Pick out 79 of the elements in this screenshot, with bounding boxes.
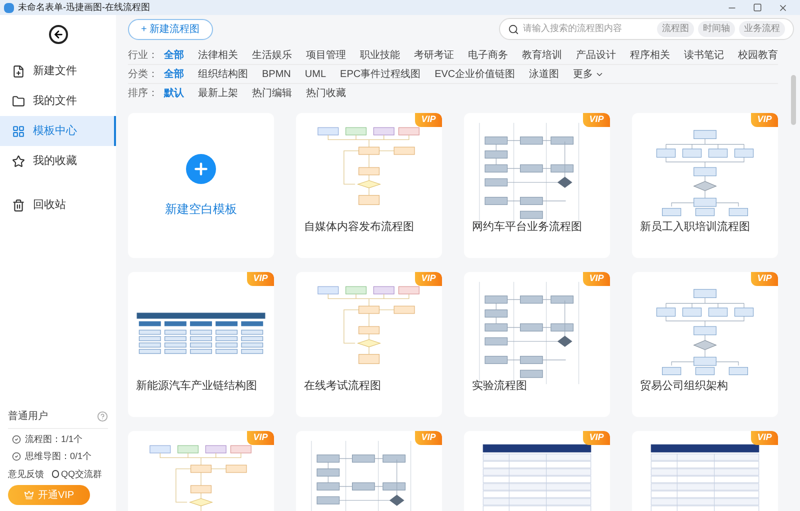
filter-option[interactable]: 项目管理 [306, 48, 346, 62]
check-icon [12, 434, 21, 444]
filter-option[interactable]: 教育培训 [522, 48, 562, 62]
filter-option[interactable]: 全部 [164, 66, 184, 82]
plus-icon [186, 154, 216, 184]
maximize-icon[interactable] [753, 3, 762, 12]
filter-option[interactable]: 热门收藏 [306, 86, 346, 101]
template-card[interactable]: VIP 贸易公司组织架构 [632, 272, 778, 417]
trash-icon [12, 198, 25, 212]
card-title: 新员工入职培训流程图 [639, 220, 751, 235]
filter-option[interactable]: 组织结构图 [198, 66, 248, 82]
filter-option[interactable]: EPC事件过程线图 [340, 66, 421, 82]
check-icon [12, 452, 21, 462]
vip-badge: VIP [415, 113, 442, 127]
vip-badge: VIP [415, 272, 442, 286]
filter-option[interactable]: 电子商务 [468, 48, 508, 62]
back-icon[interactable] [48, 25, 68, 44]
quota-text: 思维导图：0/1个 [25, 450, 92, 463]
search-input[interactable]: 请输入搜索的流程图内容 [523, 22, 653, 36]
filter-option[interactable]: 默认 [164, 86, 184, 101]
vip-badge: VIP [751, 113, 778, 127]
card-title: 实验流程图 [471, 378, 528, 394]
filter-option[interactable]: 热门编辑 [252, 86, 292, 101]
sidebar-item[interactable]: 模板中心 [0, 116, 116, 146]
search-icon [508, 24, 519, 34]
vip-badge: VIP [583, 113, 610, 127]
template-card[interactable]: VIP 新员工入职培训流程图 [632, 113, 778, 258]
grid-icon [12, 124, 25, 138]
card-title: 新能源汽车产业链结构图 [135, 378, 258, 394]
filter-option[interactable]: 读书笔记 [684, 48, 724, 62]
user-level-label: 普通用户 [8, 410, 48, 424]
vip-badge: VIP [247, 431, 274, 445]
template-card[interactable]: VIP 新能源汽车产业链结构图 [128, 272, 274, 417]
sidebar-item[interactable]: 新建文件 [0, 56, 116, 86]
filter-option[interactable]: EVC企业价值链图 [434, 66, 516, 82]
feedback-link[interactable]: 意见反馈 [8, 468, 44, 481]
filter-option[interactable]: 最新上架 [198, 86, 238, 101]
crown-icon [24, 490, 34, 500]
vip-badge: VIP [415, 431, 442, 445]
template-card[interactable]: VIP 实验流程图 [464, 272, 610, 417]
vip-badge: VIP [583, 272, 610, 286]
vip-badge: VIP [247, 272, 274, 286]
more-dropdown[interactable]: 更多 [573, 66, 604, 82]
sidebar-item[interactable]: 回收站 [0, 190, 116, 220]
filter-option[interactable]: 生活娱乐 [252, 48, 292, 62]
card-title: 自媒体内容发布流程图 [303, 220, 415, 235]
folder-icon [12, 94, 25, 108]
filter-option[interactable]: 全部 [164, 48, 184, 62]
filter-option[interactable]: 程序相关 [630, 48, 670, 62]
card-title: 网约车平台业务流程图 [471, 220, 583, 235]
filter-option[interactable]: BPMN [262, 66, 291, 82]
sidebar-item[interactable]: 我的文件 [0, 86, 116, 116]
filter-option[interactable]: 考研考证 [414, 48, 454, 62]
sidebar-item[interactable]: 我的收藏 [0, 146, 116, 176]
filter-option[interactable]: 职业技能 [360, 48, 400, 62]
filter-option[interactable]: UML [304, 66, 326, 82]
template-card[interactable]: VIP 自媒体内容发布流程图 [296, 113, 442, 258]
app-logo-icon [4, 2, 14, 12]
quota-text: 流程图：1/1个 [25, 432, 83, 446]
filter-option[interactable]: 法律相关 [198, 48, 238, 62]
template-card[interactable]: VIP 网约车平台业务流程图 [464, 113, 610, 258]
window-title: 未命名表单-迅捷画图-在线流程图 [18, 3, 150, 12]
qq-group-link[interactable]: QQ交流群 [52, 468, 102, 481]
close-icon[interactable] [778, 2, 788, 12]
card-title: 在线考试流程图 [303, 378, 382, 394]
new-icon [12, 64, 25, 78]
filter-option[interactable]: 泳道图 [529, 66, 560, 82]
new-flowchart-button[interactable]: + 新建流程图 [128, 18, 213, 40]
scrollbar-thumb[interactable] [791, 75, 796, 125]
template-card[interactable]: VIP 在线考试流程图 [296, 272, 442, 417]
card-title: 新建空白模板 [165, 200, 237, 218]
new-blank-template-card[interactable]: 新建空白模板 [128, 113, 274, 258]
star-icon [12, 154, 25, 168]
card-title: 贸易公司组织架构 [639, 378, 729, 394]
filter-option[interactable]: 产品设计 [576, 48, 616, 62]
vip-badge: VIP [583, 431, 610, 445]
vip-badge: VIP [751, 272, 778, 286]
filter-option[interactable]: 校园教育 [738, 48, 778, 62]
vip-badge: VIP [751, 431, 778, 445]
